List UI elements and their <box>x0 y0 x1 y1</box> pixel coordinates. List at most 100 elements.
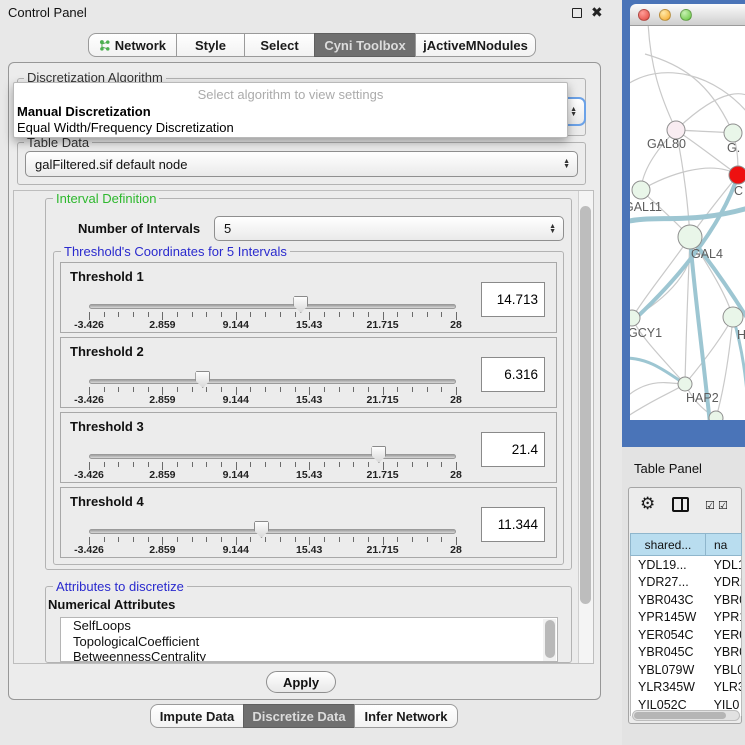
threshold-slider-thumb[interactable] <box>195 371 210 388</box>
tab-style[interactable]: Style <box>176 33 245 57</box>
apply-button[interactable]: Apply <box>266 671 336 693</box>
threshold-slider-track[interactable] <box>89 379 456 384</box>
network-node-g[interactable] <box>724 124 742 142</box>
table-row[interactable]: YDR27...YDR2 <box>631 574 741 592</box>
threshold-value-field[interactable]: 14.713 <box>481 282 545 317</box>
close-icon[interactable]: ✖ <box>591 4 603 21</box>
tick-mark <box>295 462 296 467</box>
cell-name[interactable]: YLR3 <box>706 679 741 697</box>
tab-cyni-toolbox[interactable]: Cyni Toolbox <box>314 33 416 57</box>
tick-mark <box>148 462 149 467</box>
cell-name[interactable]: YPR1 <box>706 609 741 627</box>
node-label: GAL80 <box>647 137 686 151</box>
column-header-name[interactable]: na <box>706 533 742 556</box>
table-row[interactable]: YLR345WYLR3 <box>631 679 741 697</box>
tick-mark <box>104 537 105 542</box>
attribute-list-item[interactable]: SelfLoops <box>61 618 557 634</box>
attribute-list-item[interactable]: TopologicalCoefficient <box>61 634 557 650</box>
tab-jactivemnodules[interactable]: jActiveMNodules <box>415 33 536 57</box>
tab-discretize-data[interactable]: Discretize Data <box>243 704 355 728</box>
network-node-gcy1[interactable] <box>630 310 640 326</box>
tab-infer-network[interactable]: Infer Network <box>354 704 458 728</box>
zoom-traffic-light-icon[interactable] <box>680 9 692 21</box>
cell-name[interactable]: YBR0 <box>706 644 741 662</box>
network-node-h[interactable] <box>723 307 743 327</box>
slider-tick-labels: -3.4262.8599.14415.4321.71528 <box>89 469 456 481</box>
threshold-slider-track[interactable] <box>89 454 456 459</box>
cell-shared-name[interactable]: YBR043C <box>631 591 706 609</box>
cell-shared-name[interactable]: YDR27... <box>631 574 706 592</box>
network-window-titlebar[interactable] <box>630 4 745 26</box>
scrollbar-thumb[interactable] <box>634 712 726 719</box>
slider-tick-labels: -3.4262.8599.14415.4321.71528 <box>89 544 456 556</box>
tab-network[interactable]: Network <box>88 33 177 57</box>
attribute-list-item[interactable]: BetweennessCentrality <box>61 649 557 662</box>
dropdown-item-equal-width-frequency[interactable]: Equal Width/Frequency Discretization <box>17 120 234 135</box>
tick-mark <box>412 537 413 542</box>
cell-name[interactable]: YER0 <box>706 626 741 644</box>
network-node-gal4[interactable] <box>678 225 702 249</box>
threshold-slider-thumb[interactable] <box>293 296 308 313</box>
tick-mark <box>412 312 413 317</box>
scrollbar-thumb[interactable] <box>545 620 555 658</box>
tick-mark <box>118 312 119 317</box>
table-row[interactable]: YBL079WYBL0 <box>631 661 741 679</box>
threshold-label: Threshold 4 <box>70 494 144 509</box>
network-node-gal11[interactable] <box>632 181 650 199</box>
threshold-value-field[interactable]: 21.4 <box>481 432 545 467</box>
network-node-c[interactable] <box>729 166 745 184</box>
threshold-slider-thumb[interactable] <box>254 521 269 538</box>
attributes-scrollbar[interactable] <box>543 619 556 662</box>
float-window-icon[interactable] <box>572 8 582 18</box>
table-row[interactable]: YBR045CYBR0 <box>631 644 741 662</box>
cell-shared-name[interactable]: YBL079W <box>631 661 706 679</box>
table-row[interactable]: YBR043CYBR0 <box>631 591 741 609</box>
table-row[interactable]: YER054CYER0 <box>631 626 741 644</box>
scrollbar-thumb[interactable] <box>580 206 591 604</box>
tick-mark <box>250 312 251 317</box>
split-columns-icon[interactable] <box>672 497 689 512</box>
node-label: GAL4 <box>691 247 723 261</box>
tab-impute-data[interactable]: Impute Data <box>150 704 244 728</box>
cell-name[interactable]: YBR0 <box>706 591 741 609</box>
table-data-combobox[interactable]: galFiltered.sif default node ▲▼ <box>25 151 578 177</box>
cell-shared-name[interactable]: YDL19... <box>631 556 706 574</box>
dropdown-item-manual-discretization[interactable]: Manual Discretization <box>17 104 151 119</box>
network-node-hap2[interactable] <box>678 377 692 391</box>
numerical-attributes-list[interactable]: SelfLoopsTopologicalCoefficientBetweenne… <box>60 617 558 662</box>
threshold-slider-track[interactable] <box>89 304 456 309</box>
cell-shared-name[interactable]: YBR045C <box>631 644 706 662</box>
cell-name[interactable]: YDR2 <box>706 574 741 592</box>
threshold-value-field[interactable]: 11.344 <box>481 507 545 542</box>
tab-select[interactable]: Select <box>244 33 315 57</box>
tick-mark <box>427 312 428 317</box>
tick-mark <box>104 462 105 467</box>
table-row[interactable]: YDL19...YDL1 <box>631 556 741 574</box>
table-row[interactable]: YPR145WYPR1 <box>631 609 741 627</box>
threshold-slider-thumb[interactable] <box>371 446 386 463</box>
tab-label: Select <box>260 38 298 53</box>
gear-icon[interactable]: ⚙ <box>640 494 655 514</box>
cell-shared-name[interactable]: YPR145W <box>631 609 706 627</box>
minimize-traffic-light-icon[interactable] <box>659 9 671 21</box>
close-traffic-light-icon[interactable] <box>638 9 650 21</box>
column-header-shared-name[interactable]: shared... <box>630 533 706 556</box>
node-label: H <box>737 328 745 342</box>
threshold-slider-track[interactable] <box>89 529 456 534</box>
checkbox-icon[interactable]: ☑ <box>705 499 715 512</box>
checkbox-icon[interactable]: ☑ <box>718 499 728 512</box>
network-node[interactable] <box>709 411 723 420</box>
cell-name[interactable]: YDL1 <box>706 556 741 574</box>
tick-mark <box>192 537 193 542</box>
threshold-value-field[interactable]: 6.316 <box>481 357 545 392</box>
cell-shared-name[interactable]: YER054C <box>631 626 706 644</box>
number-of-intervals-combobox[interactable]: 5 ▲▼ <box>214 216 564 241</box>
tick-mark <box>250 537 251 542</box>
tick-mark <box>397 537 398 542</box>
network-view-canvas[interactable]: GAL80G.CGAL11GAL4GCY1HHAP2 <box>630 26 745 420</box>
cell-shared-name[interactable]: YLR345W <box>631 679 706 697</box>
tick-mark <box>206 387 207 392</box>
stepper-icon: ▲▼ <box>563 159 570 169</box>
cell-name[interactable]: YBL0 <box>706 661 741 679</box>
table-horizontal-scrollbar[interactable] <box>632 710 740 721</box>
